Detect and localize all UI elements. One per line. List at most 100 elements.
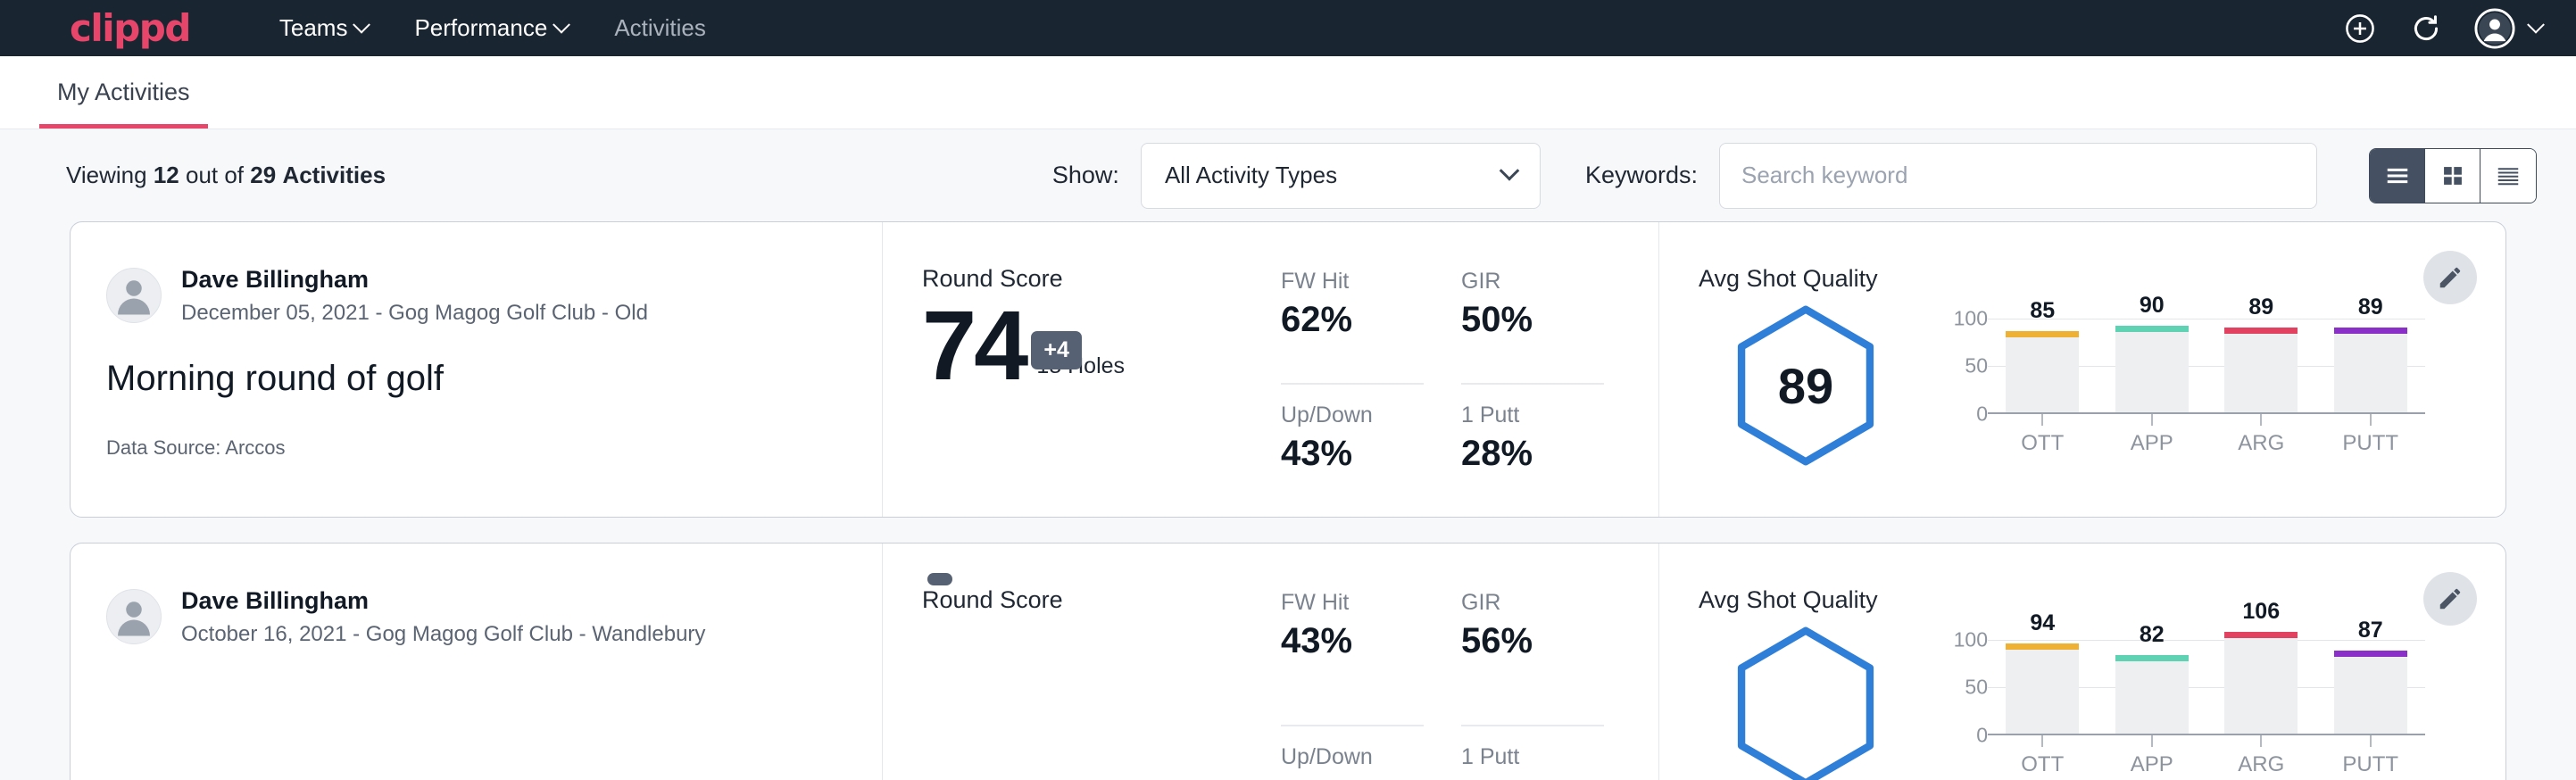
y-tick-label: 100 [1954,627,1988,651]
stat-one-putt-label: 1 Putt [1461,402,1604,428]
activity-meta: December 05, 2021 - Gog Magog Golf Club … [181,299,648,327]
keywords-label: Keywords: [1585,162,1698,189]
chart-bar-value-label: 89 [2248,295,2273,320]
chart-x-tick: APP [2115,735,2189,777]
compact-lines-icon [2495,162,2522,189]
chart-bar-value-label: 106 [2242,599,2280,625]
view-mode-compact[interactable] [2480,149,2536,203]
filter-bar: Viewing 12 out of 29 Activities Show: Al… [0,129,2576,221]
y-tick-label: 100 [1954,306,1988,330]
chart-bar-value-label: 85 [2030,298,2055,324]
activity-card[interactable]: Dave Billingham October 16, 2021 - Gog M… [70,543,2506,780]
chart-plot-area: 85908989 [1988,309,2425,414]
chart-x-tick: PUTT [2334,735,2407,777]
person-avatar-icon [107,268,161,322]
view-mode-list[interactable] [2370,149,2425,203]
x-tick-label: ARG [2238,431,2284,456]
y-tick-label: 0 [1976,402,1988,427]
chart-bar-slot: 106 [2224,630,2298,734]
avatar [106,268,162,323]
player-header: Dave Billingham October 16, 2021 - Gog M… [106,586,846,648]
chart-x-tick: OTT [2006,414,2079,456]
activity-type-select-value: All Activity Types [1165,162,1337,189]
chevron-down-icon [1500,161,1520,181]
y-tick-label: 50 [1965,354,1988,378]
view-mode-toggle [2369,148,2537,203]
round-score-label: Round Score [922,265,1270,293]
stat-up-down-value: 43% [1281,434,1424,474]
nav-item-teams[interactable]: Teams [279,14,369,42]
viewing-middle: out of [186,162,244,188]
filter-controls: Show: All Activity Types Keywords: [1052,143,2537,209]
chart-bar [2006,643,2079,734]
activity-data-source: Data Source: Arccos [106,436,846,460]
stat-gir: GIR 56% [1461,590,1604,726]
activity-type-select[interactable]: All Activity Types [1141,143,1541,209]
chevron-down-icon [2527,15,2545,33]
chart-bar [2334,651,2407,734]
chart-bar-value-label: 94 [2030,610,2055,636]
chart-bar-slot: 82 [2115,630,2189,734]
chart-bar-slot: 94 [2006,630,2079,734]
edit-activity-button[interactable] [2423,251,2477,304]
account-avatar-icon [2474,8,2515,49]
nav-item-activities-label: Activities [614,14,706,42]
shot-quality-bar-chart: 050100 948210687 OTTAPPARGPUTT [1913,619,2425,777]
chart-bar-slot: 89 [2334,309,2407,412]
edit-activity-button[interactable] [2423,572,2477,626]
shot-quality-body: 89 050100 85908989 OTTAPPARGPUTT [1699,298,2425,468]
tick-mark [2041,414,2043,426]
refresh-icon [2409,12,2443,46]
stat-gir-value: 56% [1461,621,1604,661]
stat-gir: GIR 50% [1461,269,1604,385]
player-identity: Dave Billingham October 16, 2021 - Gog M… [181,586,705,648]
round-score-row: 74 +4 18 Holes [922,300,1270,394]
plus-circle-icon [2343,12,2377,46]
round-stats-grid: FW Hit 43% GIR 56% Up/Down 1 Putt [1281,586,1604,780]
nav-actions [2342,8,2542,49]
round-score-value: 74 [922,300,1026,394]
shot-quality-hexagon-wrap: 89 [1699,298,1913,468]
main-nav-links: Teams Performance Activities [279,14,706,42]
chart-x-tick: APP [2115,414,2189,456]
chart-bar [2224,632,2298,734]
tab-my-activities[interactable]: My Activities [39,79,208,129]
nav-item-performance[interactable]: Performance [414,14,568,42]
shot-quality-column: Avg Shot Quality 89 050100 85908989 [1659,222,2505,517]
tab-bar: My Activities [0,56,2576,129]
list-lines-icon [2384,162,2411,189]
search-input[interactable] [1719,143,2317,209]
round-stats-grid: FW Hit 62% GIR 50% Up/Down 43% 1 Putt 28… [1281,265,1604,517]
stat-up-down-label: Up/Down [1281,744,1424,770]
player-name: Dave Billingham [181,265,648,295]
stat-fw-hit: FW Hit 43% [1281,590,1424,726]
activity-card[interactable]: Dave Billingham December 05, 2021 - Gog … [70,221,2506,518]
chart-bar-value-label: 90 [2140,293,2165,319]
avg-shot-quality-label: Avg Shot Quality [1699,265,2425,293]
view-mode-grid[interactable] [2425,149,2480,203]
chart-bar-slot: 87 [2334,630,2407,734]
add-button[interactable] [2342,11,2378,46]
nav-item-activities[interactable]: Activities [614,14,706,42]
shot-quality-hexagon: 89 [1731,303,1881,468]
tick-mark [2041,735,2043,747]
chevron-down-icon [553,15,570,33]
x-tick-label: OTT [2021,431,2064,456]
app-logo[interactable]: clippd [70,10,190,47]
tick-mark [2260,414,2262,426]
shot-quality-body: 050100 948210687 OTTAPPARGPUTT [1699,619,2425,780]
chart-bar-slot: 85 [2006,309,2079,412]
chart-x-tick: ARG [2224,414,2298,456]
chart-bar [2224,328,2298,412]
stat-gir-label: GIR [1461,590,1604,616]
refresh-button[interactable] [2408,11,2444,46]
chevron-down-icon [353,15,371,33]
shot-quality-hexagon [1731,625,1881,780]
show-label: Show: [1052,162,1119,189]
chart-x-axis: OTTAPPARGPUTT [1988,735,2425,777]
player-header: Dave Billingham December 05, 2021 - Gog … [106,265,846,327]
shot-quality-bar-chart: 050100 85908989 OTTAPPARGPUTT [1913,298,2425,456]
x-tick-label: APP [2131,752,2173,777]
viewing-suffix: Activities [282,162,386,188]
account-menu[interactable] [2474,8,2542,49]
